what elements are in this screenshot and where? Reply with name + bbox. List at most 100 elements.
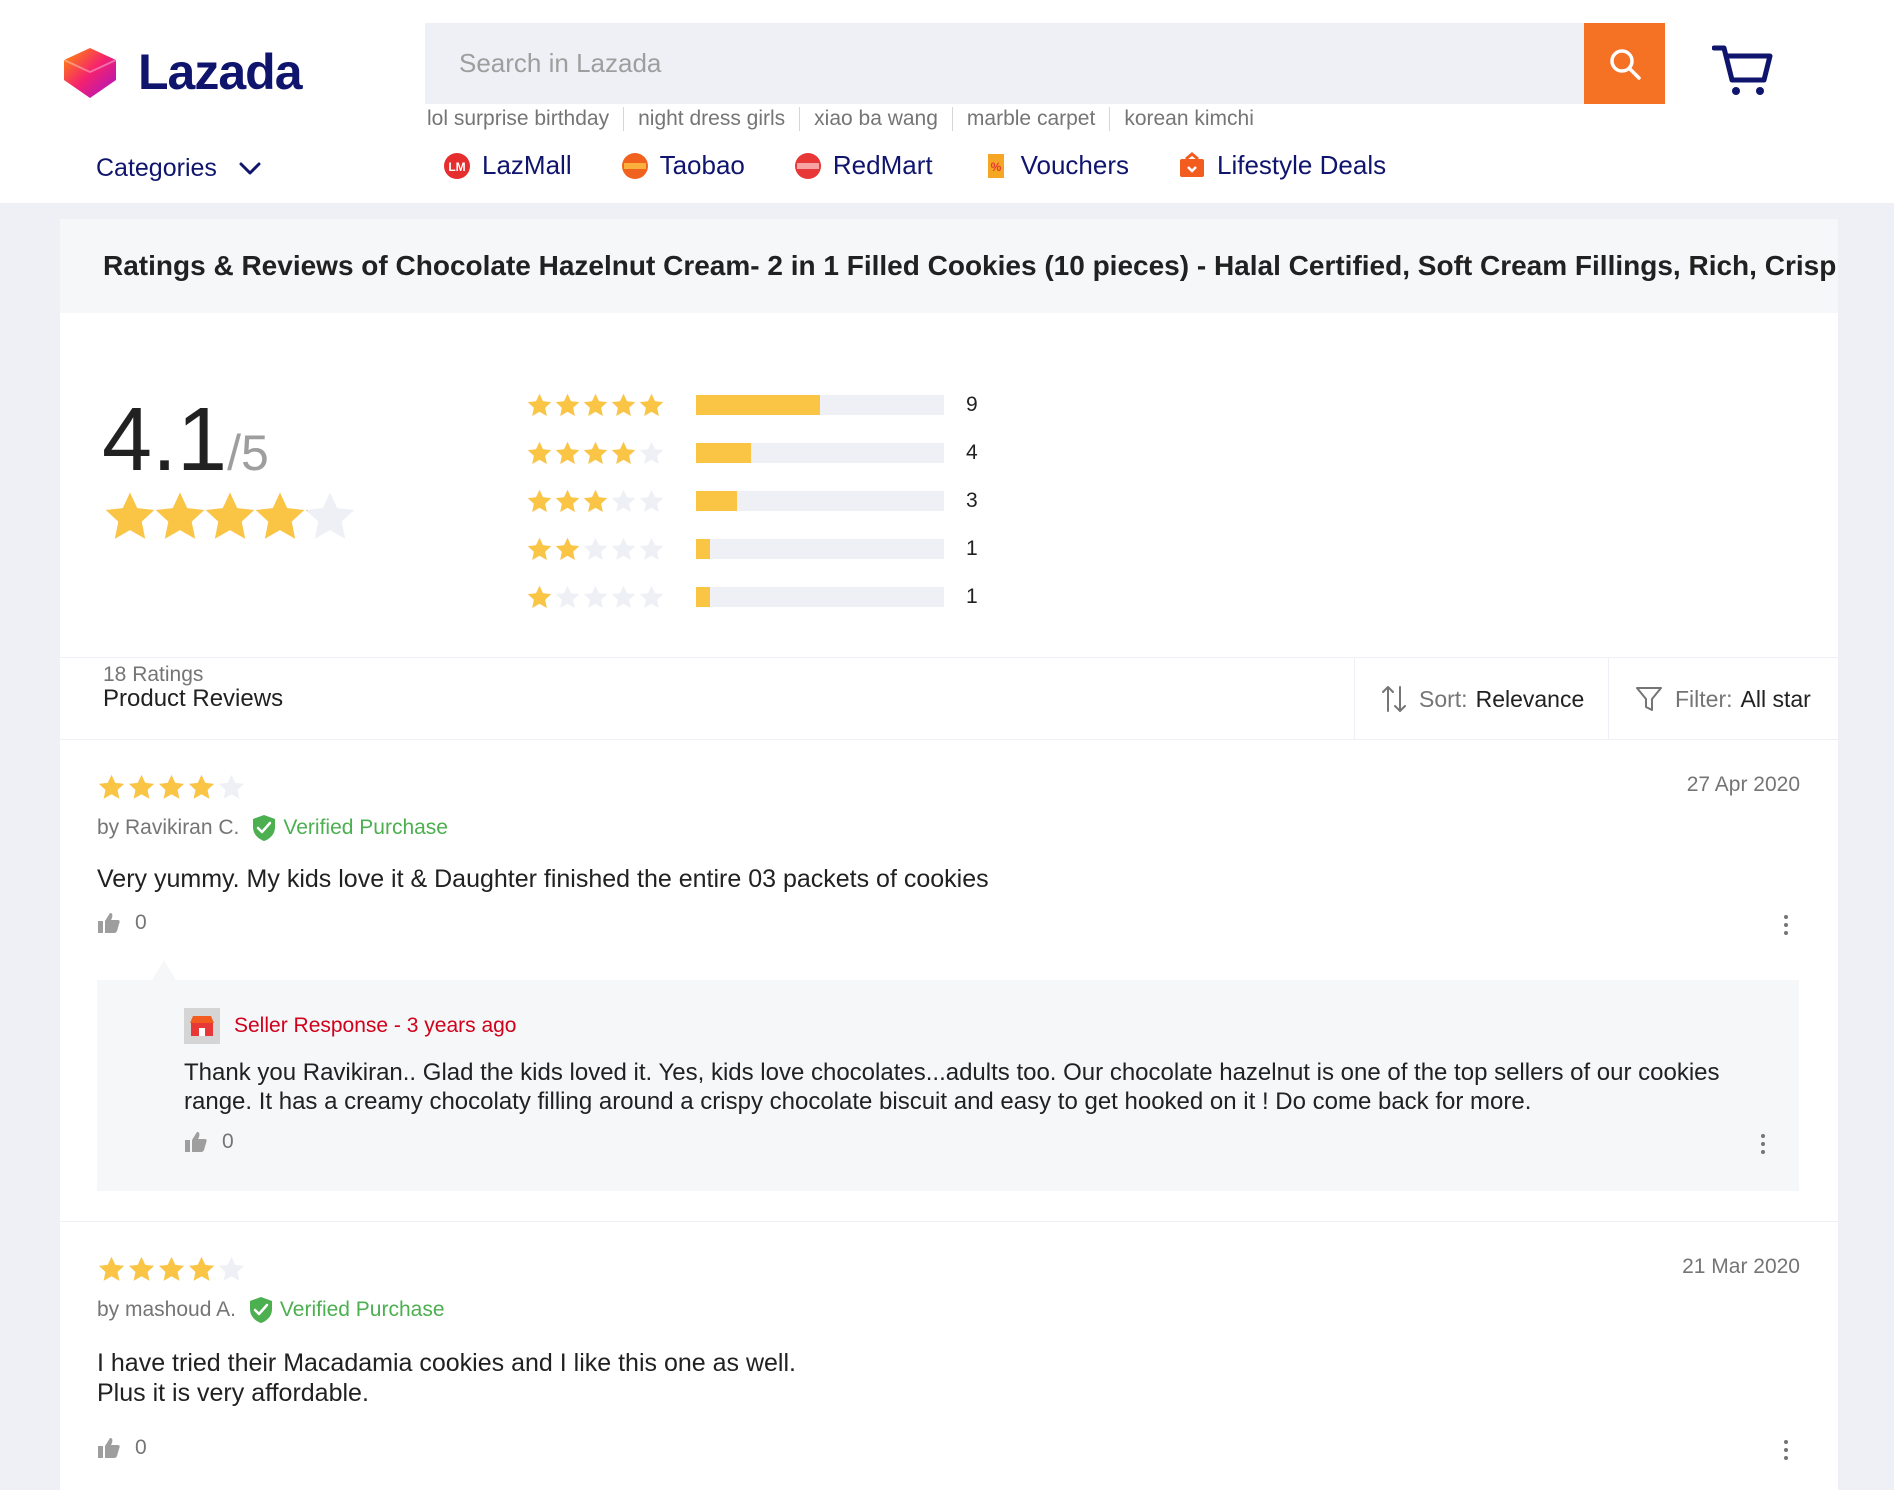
- distribution-bar-fill: [696, 587, 710, 607]
- distribution-bar: [696, 443, 944, 463]
- star-filled-icon: [527, 585, 552, 608]
- like-button[interactable]: 0: [97, 1436, 147, 1460]
- lazada-heart-icon: [63, 48, 117, 98]
- nav-label: LazMall: [482, 150, 572, 180]
- distribution-count: 3: [966, 489, 978, 512]
- star-filled-icon: [527, 441, 552, 464]
- review-date: 21 Mar 2020: [1682, 1255, 1800, 1278]
- star-filled-icon: [555, 393, 580, 416]
- distribution-bar-fill: [696, 539, 710, 559]
- distribution-row[interactable]: 4: [526, 429, 978, 477]
- seller-response-header: Seller Response - 3 years ago: [184, 1008, 517, 1044]
- nav-lifestyle-deals[interactable]: Lifestyle Deals: [1177, 150, 1386, 181]
- like-count: 0: [135, 911, 147, 934]
- nav-label: Lifestyle Deals: [1217, 150, 1387, 180]
- distribution-row[interactable]: 1: [526, 573, 978, 621]
- search-button[interactable]: [1584, 23, 1665, 104]
- distribution-bar: [696, 491, 944, 511]
- suggestion-link[interactable]: marble carpet: [951, 107, 1109, 131]
- store-icon: [184, 1008, 220, 1044]
- distribution-row[interactable]: 3: [526, 477, 978, 525]
- seller-response-text: Thank you Ravikiran.. Glad the kids love…: [184, 1059, 1720, 1115]
- review-author: by mashoud A. Verified Purchase: [97, 1296, 445, 1324]
- nav-taobao[interactable]: Taobao: [620, 150, 745, 181]
- distribution-count: 9: [966, 393, 978, 416]
- star-filled-icon: [128, 774, 155, 799]
- star-filled-icon: [555, 489, 580, 512]
- star-empty-icon: [611, 585, 636, 608]
- distribution-bar-fill: [696, 443, 752, 463]
- search-suggestions: lol surprise birthday night dress girls …: [427, 107, 1268, 131]
- star-filled-icon: [128, 1256, 155, 1281]
- distribution-row[interactable]: 9: [526, 381, 978, 429]
- cart-icon[interactable]: [1712, 42, 1774, 98]
- star-filled-icon: [205, 492, 255, 539]
- suggestion-link[interactable]: night dress girls: [623, 107, 799, 131]
- review-stars: [97, 773, 247, 802]
- review-stars: [97, 1255, 247, 1284]
- distribution-stars: [526, 584, 696, 611]
- verified-label: Verified Purchase: [279, 1298, 445, 1321]
- channel-nav: LM LazMall Taobao RedMart % Vouchers Lif…: [442, 150, 1434, 181]
- star-empty-icon: [611, 537, 636, 560]
- verified-badge: Verified Purchase: [248, 1296, 445, 1324]
- nav-label: RedMart: [832, 150, 933, 180]
- thumbs-up-icon: [98, 913, 120, 933]
- lazada-logo[interactable]: Lazada: [58, 40, 303, 104]
- distribution-stars: [526, 440, 696, 467]
- search-bar: [425, 23, 1665, 104]
- like-button[interactable]: 0: [97, 911, 147, 935]
- star-filled-icon: [555, 441, 580, 464]
- review-author: by Ravikiran C. Verified Purchase: [97, 814, 448, 842]
- nav-label: Vouchers: [1020, 150, 1130, 180]
- search-input[interactable]: [425, 23, 1584, 104]
- more-options-icon[interactable]: [1753, 1129, 1773, 1159]
- star-filled-icon: [611, 441, 636, 464]
- star-filled-icon: [527, 537, 552, 560]
- review-text: Very yummy. My kids love it & Daughter f…: [97, 865, 989, 893]
- lifestyle-icon: [1180, 151, 1205, 177]
- more-options-icon[interactable]: [1776, 1435, 1796, 1465]
- author-name: by Ravikiran C.: [97, 816, 240, 839]
- star-filled-icon: [527, 489, 552, 512]
- star-filled-icon: [158, 1256, 185, 1281]
- review-item: 21 Mar 2020 by mashoud A. Verified Purch…: [60, 1222, 1838, 1490]
- reviews-card: Ratings & Reviews of Chocolate Hazelnut …: [60, 219, 1838, 1490]
- suggestion-link[interactable]: lol surprise birthday: [427, 107, 623, 131]
- site-header: Lazada lol surprise birthday night dress…: [0, 0, 1894, 203]
- verified-check-icon: [253, 815, 276, 841]
- star-filled-icon: [98, 1256, 125, 1281]
- nav-vouchers[interactable]: % Vouchers: [981, 150, 1129, 181]
- suggestion-link[interactable]: korean kimchi: [1109, 107, 1268, 131]
- star-filled-icon: [611, 393, 636, 416]
- average-rating: 4.1/5: [102, 389, 269, 492]
- voucher-icon: %: [987, 153, 1004, 178]
- seller-response: Seller Response - 3 years ago Thank you …: [97, 960, 1799, 1191]
- filter-label: Filter:: [1675, 685, 1733, 712]
- star-empty-icon: [583, 585, 608, 608]
- star-empty-icon: [639, 537, 664, 560]
- seller-like-button[interactable]: 0: [184, 1130, 234, 1154]
- sort-button[interactable]: Sort: Relevance: [1354, 658, 1608, 740]
- verified-badge: Verified Purchase: [251, 814, 448, 842]
- star-empty-icon: [639, 489, 664, 512]
- categories-menu[interactable]: Categories: [96, 154, 261, 183]
- rating-summary: 4.1/5 18 Ratings 94311: [60, 313, 1838, 686]
- search-icon: [1609, 48, 1641, 80]
- sort-value: Relevance: [1475, 685, 1585, 712]
- nav-redmart[interactable]: RedMart: [793, 150, 933, 181]
- nav-lazmall[interactable]: LM LazMall: [442, 150, 572, 181]
- distribution-bar-fill: [696, 491, 738, 511]
- star-filled-icon: [158, 774, 185, 799]
- distribution-row[interactable]: 1: [526, 525, 978, 573]
- distribution-stars: [526, 536, 696, 563]
- filter-button[interactable]: Filter: All star: [1608, 658, 1838, 740]
- verified-check-icon: [249, 1297, 272, 1323]
- suggestion-link[interactable]: xiao ba wang: [799, 107, 952, 131]
- more-options-icon[interactable]: [1776, 910, 1796, 940]
- svg-text:LM: LM: [448, 160, 465, 174]
- like-count: 0: [222, 1130, 234, 1153]
- page-title: Ratings & Reviews of Chocolate Hazelnut …: [60, 219, 1838, 313]
- chevron-down-icon: [239, 162, 261, 174]
- distribution-stars: [526, 488, 696, 515]
